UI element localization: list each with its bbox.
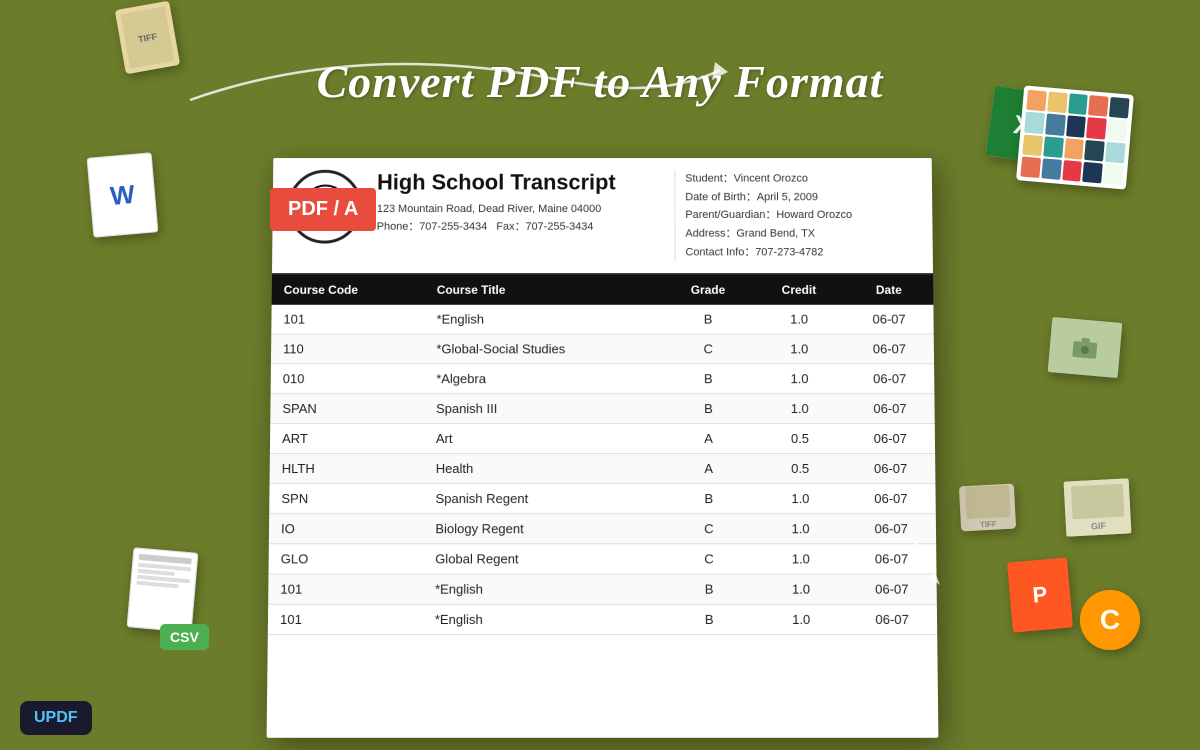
cell-grade: A (663, 454, 755, 484)
cell-credit: 0.5 (754, 454, 846, 484)
cell-code: 101 (271, 305, 424, 334)
cell-grade: B (663, 305, 754, 334)
pdf-badge: PDF / A (270, 188, 376, 231)
cell-grade: B (663, 574, 755, 604)
cell-grade: C (663, 514, 755, 544)
table-row: 101 *English B 1.0 06-07 (268, 605, 937, 635)
cell-title: Biology Regent (423, 514, 663, 544)
cell-credit: 0.5 (754, 424, 846, 454)
doc-icon-bottom-left (127, 547, 199, 632)
tiff-icon-right: TIFF (959, 484, 1016, 532)
table-row: SPN Spanish Regent B 1.0 06-07 (269, 484, 936, 514)
cell-date: 06-07 (846, 424, 936, 454)
cell-credit: 1.0 (754, 334, 845, 364)
doc-title: High School Transcript (377, 170, 674, 196)
table-row: 101 *English B 1.0 06-07 (268, 574, 937, 604)
cell-code: ART (270, 424, 424, 454)
cell-credit: 1.0 (755, 484, 847, 514)
cell-grade: B (663, 394, 754, 424)
cell-title: *Algebra (424, 364, 663, 394)
cell-title: Spanish III (424, 394, 663, 424)
col-header-grade: Grade (662, 276, 753, 306)
cell-title: Spanish Regent (423, 484, 663, 514)
c-badge-right: C (1080, 590, 1140, 650)
gif-icon-right: GIF (1064, 478, 1132, 536)
cell-code: IO (269, 514, 424, 544)
cell-code: 101 (268, 574, 423, 604)
cell-code: GLO (268, 544, 423, 574)
col-header-credit: Credit (753, 276, 844, 306)
table-row: ART Art A 0.5 06-07 (270, 424, 935, 454)
doc-address: 123 Mountain Road, Dead River, Maine 040… (377, 201, 675, 236)
cell-date: 06-07 (847, 544, 937, 574)
cell-date: 06-07 (845, 364, 934, 394)
cell-date: 06-07 (847, 605, 937, 635)
cell-title: *English (425, 305, 663, 334)
cell-date: 06-07 (845, 305, 934, 334)
csv-badge: CSV (160, 624, 209, 650)
tiff-icon-top-left: TIFF (115, 1, 180, 75)
cell-title: *English (423, 605, 664, 635)
table-row: 010 *Algebra B 1.0 06-07 (271, 364, 935, 394)
document-card: 📚 ★ ★ ★ High School Transcript 123 Mount… (267, 158, 939, 738)
cell-date: 06-07 (846, 484, 936, 514)
col-header-title: Course Title (425, 276, 663, 306)
cell-grade: B (663, 364, 754, 394)
updf-logo: UPDF (20, 701, 92, 735)
cell-title: *Global-Social Studies (424, 334, 662, 364)
doc-title-area: High School Transcript 123 Mountain Road… (376, 170, 674, 262)
word-icon-left: W (87, 152, 159, 237)
ppt-icon-right: P (1007, 558, 1073, 633)
cell-credit: 1.0 (754, 394, 846, 424)
cell-grade: B (663, 484, 755, 514)
cell-title: Health (424, 454, 663, 484)
cell-code: 010 (271, 364, 425, 394)
cell-title: *English (423, 574, 663, 604)
cell-grade: C (663, 334, 754, 364)
cell-grade: C (663, 544, 755, 574)
table-row: SPAN Spanish III B 1.0 06-07 (270, 394, 935, 424)
cell-code: 110 (271, 334, 425, 364)
cell-date: 06-07 (846, 514, 936, 544)
table-row: 101 *English B 1.0 06-07 (271, 305, 933, 334)
cell-title: Art (424, 424, 663, 454)
grid-calendar-icon (1016, 85, 1134, 189)
cell-grade: A (663, 424, 755, 454)
cell-credit: 1.0 (755, 544, 847, 574)
table-row: GLO Global Regent C 1.0 06-07 (268, 544, 936, 574)
col-header-date: Date (844, 276, 933, 306)
cell-date: 06-07 (846, 454, 936, 484)
transcript-table: Course Code Course Title Grade Credit Da… (268, 276, 937, 636)
table-row: 110 *Global-Social Studies C 1.0 06-07 (271, 334, 934, 364)
col-header-code: Course Code (272, 276, 425, 306)
cell-credit: 1.0 (754, 364, 845, 394)
photo-icon-right (1048, 317, 1123, 378)
table-row: IO Biology Regent C 1.0 06-07 (269, 514, 936, 544)
cell-title: Global Regent (423, 544, 663, 574)
cell-date: 06-07 (845, 334, 934, 364)
cell-code: SPAN (270, 394, 424, 424)
table-row: HLTH Health A 0.5 06-07 (270, 454, 936, 484)
cell-date: 06-07 (847, 574, 937, 604)
cell-credit: 1.0 (755, 514, 847, 544)
cell-code: 101 (268, 605, 423, 635)
cell-date: 06-07 (845, 394, 934, 424)
cell-code: SPN (269, 484, 423, 514)
cell-credit: 1.0 (755, 605, 847, 635)
doc-student-info: Student：Vincent Orozco Date of Birth：Apr… (674, 170, 918, 262)
cell-credit: 1.0 (755, 574, 847, 604)
cell-code: HLTH (270, 454, 424, 484)
cell-grade: B (663, 605, 755, 635)
cell-credit: 1.0 (754, 305, 845, 334)
table-header-row: Course Code Course Title Grade Credit Da… (272, 276, 934, 306)
